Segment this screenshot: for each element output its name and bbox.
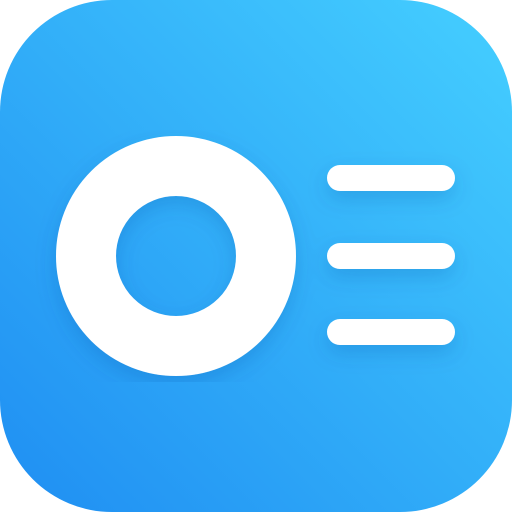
- app-icon[interactable]: [0, 0, 512, 512]
- circle-and-list-icon: [0, 0, 512, 512]
